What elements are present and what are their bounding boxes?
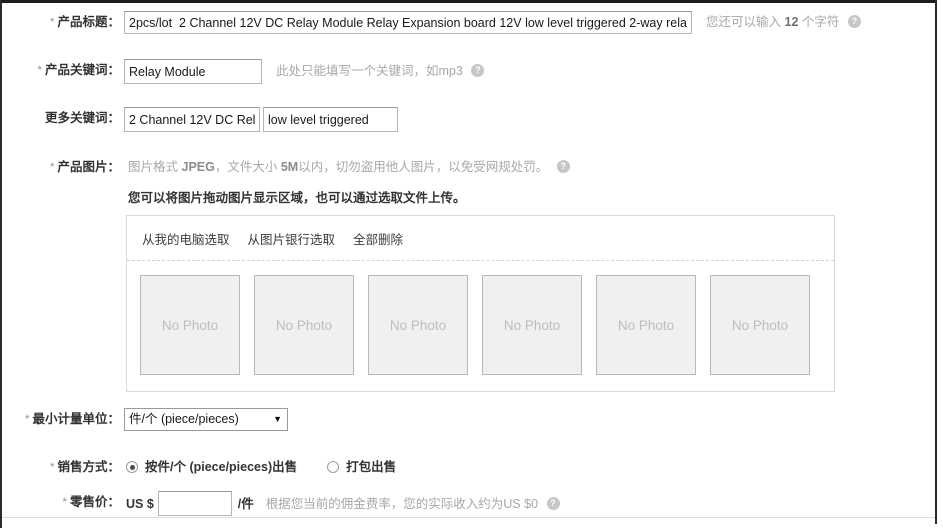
more-keywords-row: 更多关键词： [2, 107, 933, 132]
product-images-row: * 产品图片： 图片格式 JPEG，文件大小 5M以内，切勿盗用他人图片，以免受网… [2, 156, 933, 207]
product-title-hint-prefix: 您还可以输入 [706, 15, 782, 29]
help-icon[interactable]: ? [546, 496, 560, 510]
form-content: *产品标题： 您还可以输入 12 个字符 ? *产品关键词： 此处只能填写一个关… [2, 3, 935, 517]
product-images-upload-subtext: 您可以将图片拖动图片显示区域，也可以通过选取文件上传。 [128, 191, 466, 205]
required-asterisk: * [24, 412, 30, 426]
select-from-image-bank-link[interactable]: 从图片银行选取 [248, 229, 336, 248]
product-title-label-text: 产品标题： [57, 15, 120, 29]
minimum-unit-select[interactable]: 件/个 (piece/pieces) ▼ [124, 408, 288, 431]
sales-method-label-text: 销售方式： [57, 460, 120, 474]
product-title-remaining-count: 12 [784, 15, 799, 29]
required-asterisk: * [62, 495, 67, 509]
help-icon[interactable]: ? [847, 15, 861, 29]
photo-upload-toolbar: 从我的电脑选取 从图片银行选取 全部删除 [127, 216, 834, 261]
required-asterisk: * [49, 15, 55, 29]
help-icon[interactable]: ? [471, 64, 485, 78]
required-asterisk: * [49, 460, 55, 474]
minimum-unit-row: * 最小计量单位： 件/个 (piece/pieces) ▼ [2, 408, 933, 431]
photo-placeholder[interactable]: No Photo [254, 275, 354, 375]
retail-price-hint: 根据您当前的佣金费率，您的实际收入约为US $0 ? [266, 493, 560, 515]
sales-method-row: * 销售方式： 按件/个 (piece/pieces)出售 打包出售 [2, 456, 933, 478]
photo-placeholder[interactable]: No Photo [482, 275, 582, 375]
product-keyword-hint: 此处只能填写一个关键词，如mp3 ? [276, 59, 485, 84]
window-frame-bottom [2, 517, 935, 518]
more-keywords-label-text: 更多关键词： [44, 111, 120, 125]
product-title-hint-suffix: 个字符 [801, 15, 840, 29]
product-title-row: *产品标题： 您还可以输入 12 个字符 ? [2, 11, 933, 34]
retail-price-controls: US $ /件 根据您当前的佣金费率，您的实际收入约为US $0 ? [126, 491, 560, 516]
product-images-label-text: 产品图片： [57, 160, 120, 174]
retail-price-label: * 零售价： [2, 491, 120, 513]
sales-method-option-label[interactable]: 打包出售 [346, 456, 396, 478]
sales-method-label: * 销售方式： [2, 456, 120, 478]
product-keyword-input[interactable] [124, 59, 262, 84]
select-from-computer-link[interactable]: 从我的电脑选取 [142, 229, 230, 248]
product-images-label: * 产品图片： [2, 156, 120, 178]
photo-placeholder[interactable]: No Photo [596, 275, 696, 375]
minimum-unit-label: * 最小计量单位： [2, 408, 120, 430]
help-icon[interactable]: ? [556, 160, 570, 174]
product-keyword-row: *产品关键词： 此处只能填写一个关键词，如mp3 ? [2, 59, 933, 84]
required-asterisk: * [37, 63, 42, 77]
sales-method-option-label[interactable]: 按件/个 (piece/pieces)出售 [145, 456, 297, 478]
product-title-input[interactable] [124, 11, 692, 34]
product-images-format-hint: 图片格式 JPEG，文件大小 5M以内，切勿盗用他人图片，以免受网规处罚。 ? [128, 156, 570, 178]
product-keyword-label: * 产品关键词： [2, 59, 120, 81]
minimum-unit-selected-value: 件/个 (piece/pieces) [129, 412, 239, 426]
photo-placeholder[interactable]: No Photo [140, 275, 240, 375]
photo-placeholder[interactable]: No Photo [710, 275, 810, 375]
minimum-unit-label-text: 最小计量单位： [32, 412, 120, 426]
delete-all-link[interactable]: 全部删除 [353, 229, 403, 248]
product-title-label: * 产品标题： [2, 11, 120, 33]
more-keywords-input-1[interactable] [124, 107, 260, 132]
retail-price-hint-text: 根据您当前的佣金费率，您的实际收入约为US $0 [265, 496, 539, 511]
product-publish-form-page: *产品标题： 您还可以输入 12 个字符 ? *产品关键词： 此处只能填写一个关… [0, 0, 943, 528]
retail-price-row: * 零售价： US $ /件 根据您当前的佣金费率，您的实际收入约为US $0 ? [2, 491, 933, 516]
chevron-down-icon: ▼ [273, 414, 282, 424]
window-frame-right-padding [937, 0, 943, 528]
hint-image-format: JPEG [181, 160, 215, 174]
more-keywords-input-2[interactable] [263, 107, 398, 132]
required-asterisk: * [49, 160, 55, 174]
photo-placeholder[interactable]: No Photo [368, 275, 468, 375]
more-keywords-label: 更多关键词： [2, 107, 120, 129]
photo-placeholder-strip: No Photo No Photo No Photo No Photo No P… [127, 261, 834, 375]
product-keyword-hint-text: 此处只能填写一个关键词，如mp3 [276, 64, 463, 78]
sales-method-radio-bulk[interactable] [327, 461, 340, 473]
product-title-hint: 您还可以输入 12 个字符 ? [706, 11, 861, 33]
retail-price-label-text: 零售价： [69, 495, 120, 509]
sales-method-radio-group: 按件/个 (piece/pieces)出售 打包出售 [126, 456, 396, 478]
product-keyword-label-text: 产品关键词： [44, 63, 120, 77]
hint-size-prefix: ，文件大小 [214, 160, 278, 174]
photo-upload-panel: 从我的电脑选取 从图片银行选取 全部删除 No Photo No Photo N… [126, 215, 835, 392]
sales-method-radio-per-piece[interactable] [126, 461, 138, 473]
product-images-hint-block: 图片格式 JPEG，文件大小 5M以内，切勿盗用他人图片，以免受网规处罚。 ? … [128, 156, 570, 207]
hint-warning-text: 以内，切勿盗用他人图片，以免受网规处罚。 [298, 160, 549, 174]
hint-format-prefix: 图片格式 [128, 160, 179, 174]
retail-price-input[interactable] [157, 491, 232, 516]
price-unit-label: /件 [237, 496, 254, 511]
hint-max-size: 5M [280, 160, 299, 174]
currency-symbol: US $ [126, 496, 154, 511]
